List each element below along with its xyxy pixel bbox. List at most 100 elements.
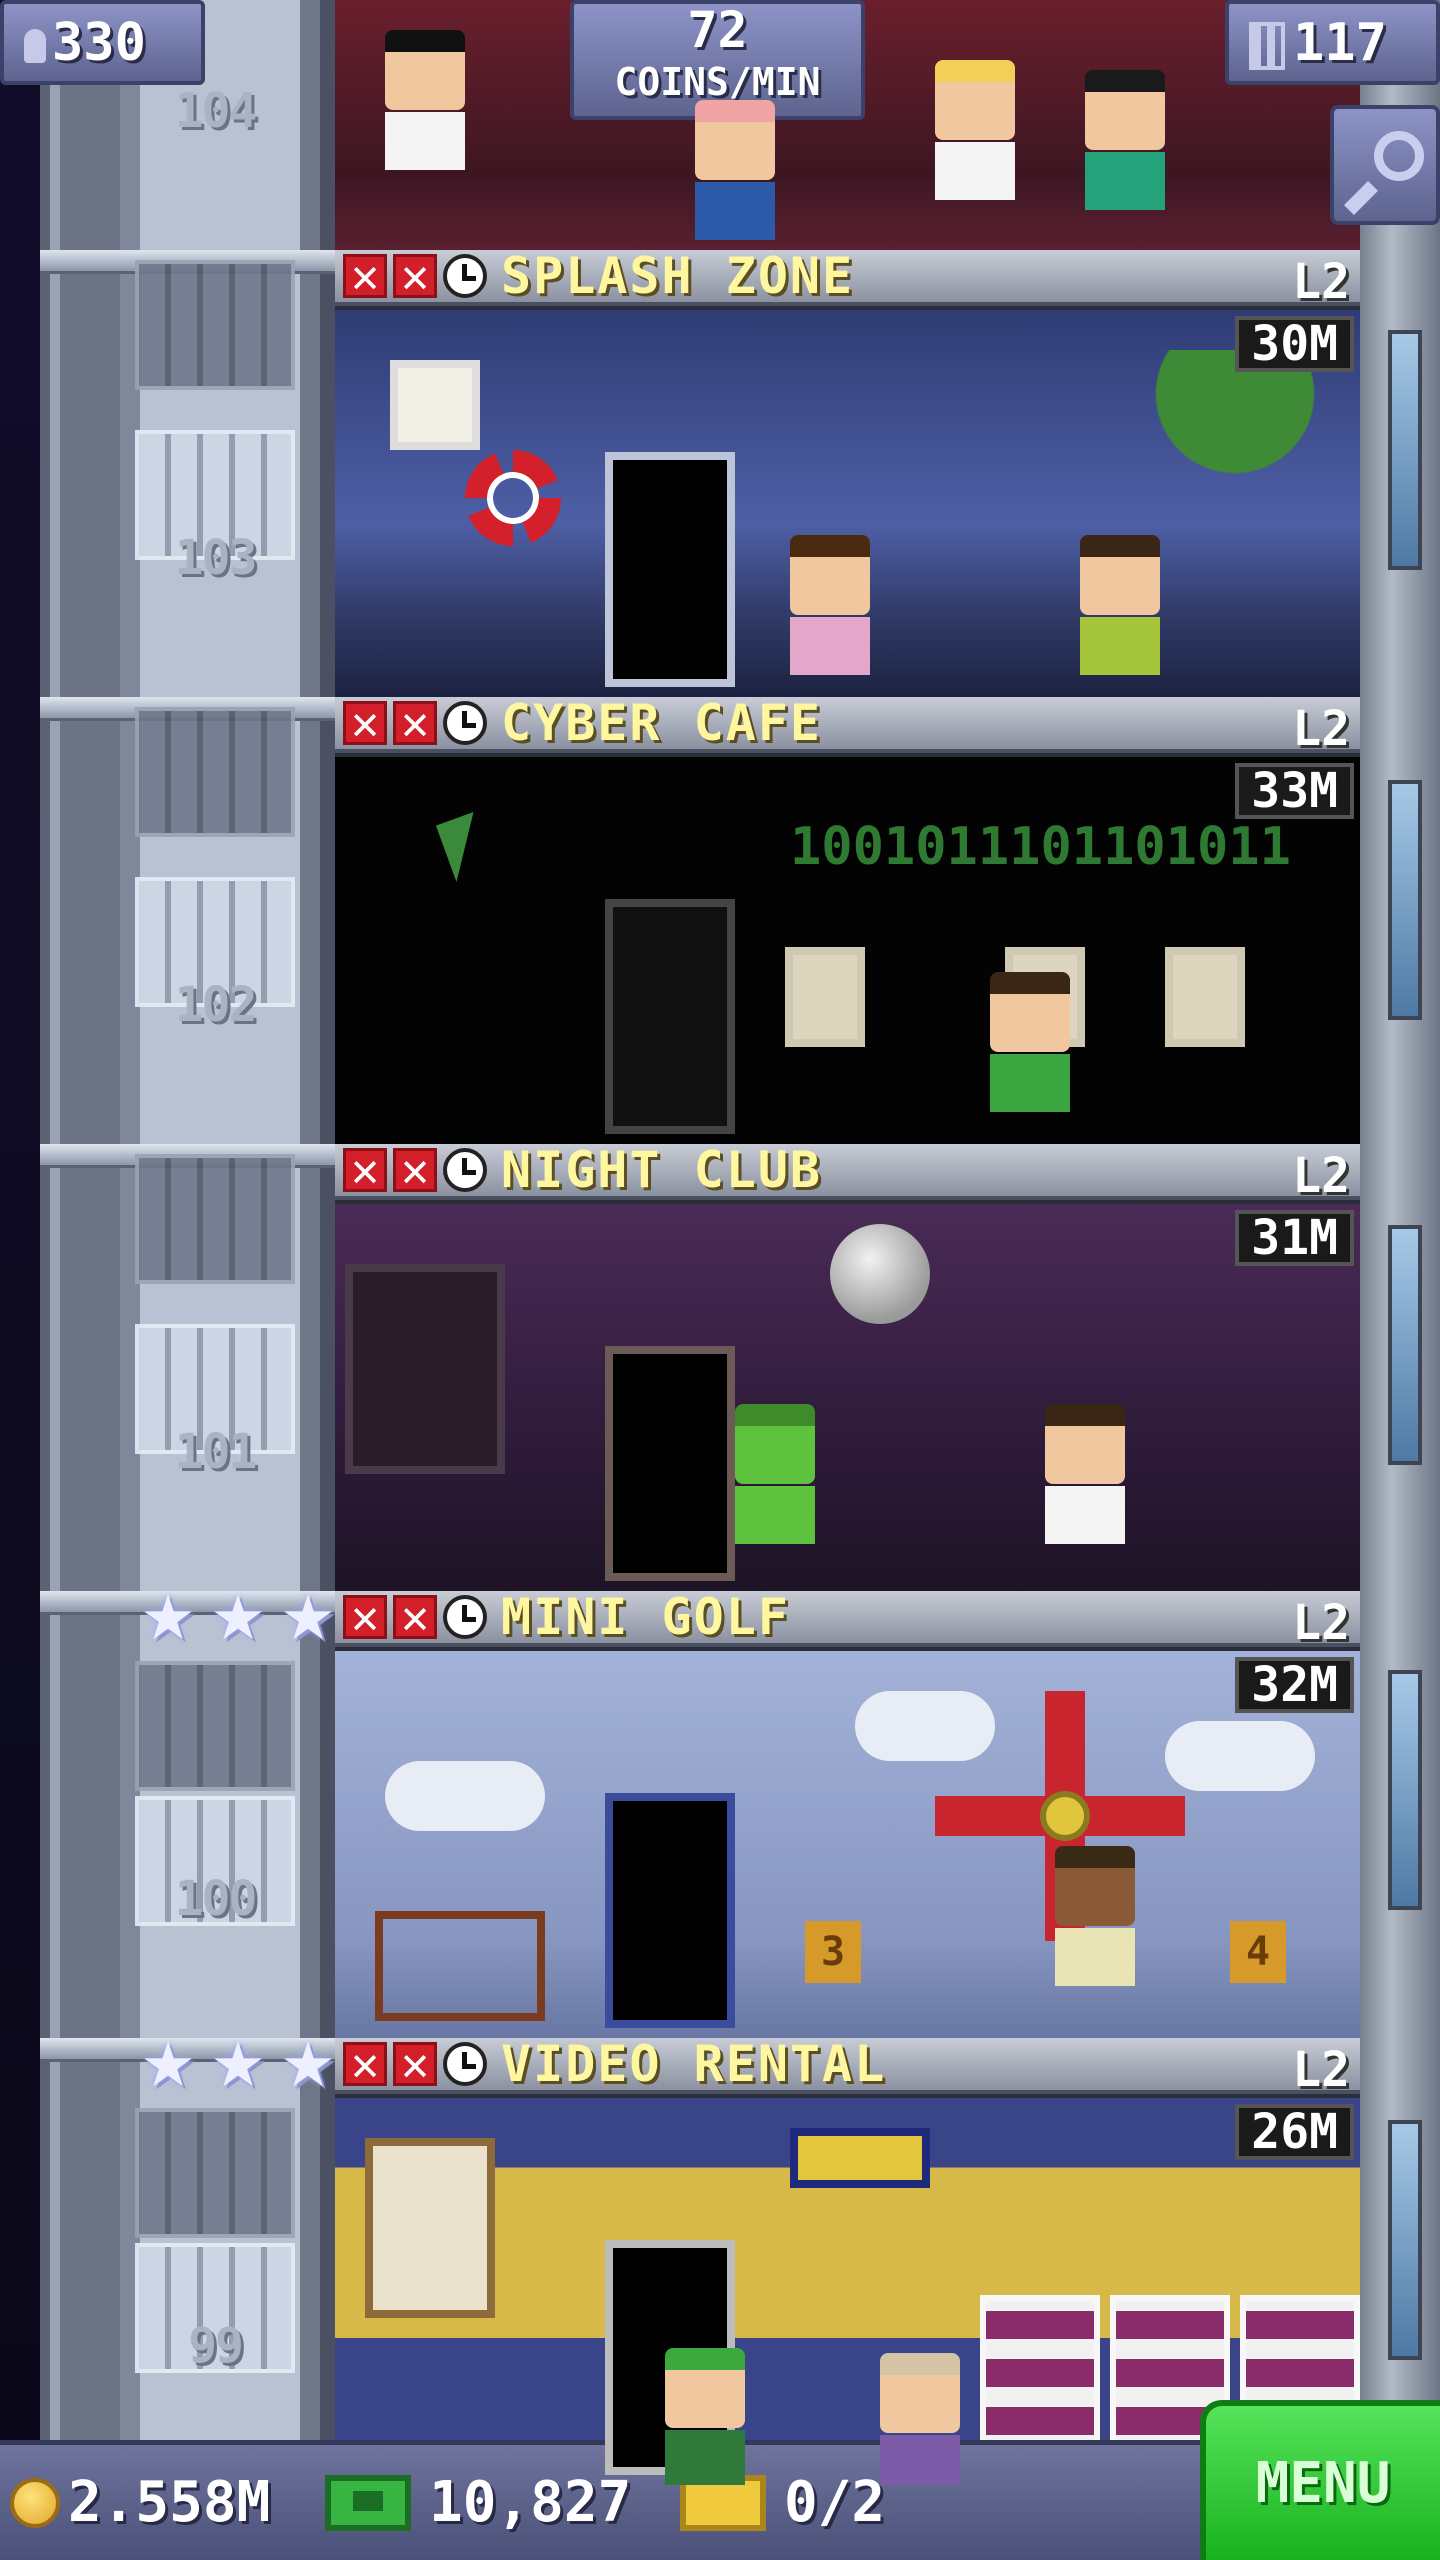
- edge-window: [1388, 1225, 1422, 1465]
- tenant-sprite[interactable]: [790, 535, 870, 675]
- tenant-sprite[interactable]: [735, 1404, 815, 1544]
- population-counter[interactable]: 330: [0, 0, 205, 85]
- tenant-sprite[interactable]: [990, 972, 1070, 1112]
- tenant-sprite[interactable]: [1045, 1404, 1125, 1544]
- edge-window: [1388, 1670, 1422, 1910]
- close-icon[interactable]: ✕: [393, 701, 437, 748]
- tenant-sprite[interactable]: [665, 2348, 745, 2485]
- floor-splash-zone[interactable]: ✕ ✕ SPLASH ZONE L2 30M: [335, 247, 1360, 697]
- tenant-sprite[interactable]: [1055, 1846, 1135, 1986]
- floor-stars: ★ ★ ★: [135, 2032, 341, 2098]
- floor-title-bar: ✕ ✕ CYBER CAFE L2: [335, 694, 1360, 757]
- close-icon[interactable]: ✕: [393, 1148, 437, 1195]
- elevator-window: [135, 707, 295, 837]
- cloud-icon: [1165, 1721, 1315, 1791]
- building-icon: [1249, 22, 1285, 70]
- edge-window: [1388, 330, 1422, 570]
- room-cyber-cafe[interactable]: 1001011101101011: [335, 757, 1360, 1144]
- ticket-sign-icon: [790, 2128, 930, 2188]
- bux-value: 10,827: [429, 2470, 632, 2535]
- floor-number: 103: [174, 530, 258, 586]
- edge-window: [1388, 780, 1422, 1020]
- clock-icon[interactable]: [443, 1148, 487, 1192]
- floor-level: L2: [1292, 1595, 1350, 1651]
- tenant-sprite[interactable]: [695, 100, 775, 240]
- tenant-sprite[interactable]: [880, 2353, 960, 2485]
- lifebuoy-icon: [465, 450, 561, 546]
- magnifier-handle: [1344, 181, 1378, 215]
- coins-value: 2.558M: [68, 2470, 271, 2535]
- tenant-sprite[interactable]: [935, 60, 1015, 200]
- person-icon: [24, 29, 46, 63]
- room-mini-golf[interactable]: 3 4: [335, 1651, 1360, 2038]
- coin-icon: [10, 2477, 60, 2528]
- room-door[interactable]: [605, 899, 735, 1134]
- room-door[interactable]: [605, 1793, 735, 2028]
- clock-icon[interactable]: [443, 1595, 487, 1639]
- room-splash-zone[interactable]: [335, 310, 1360, 697]
- shaft-floor-101: 101: [40, 1144, 335, 1591]
- floor-stars: ★ ★ ★: [135, 1585, 341, 1651]
- hole-sign: 4: [1230, 1921, 1286, 1983]
- star-icon: ★: [140, 1581, 196, 1654]
- room-night-club[interactable]: [335, 1204, 1360, 1591]
- hole-sign: 3: [805, 1921, 861, 1983]
- floor-number: 101: [174, 1424, 258, 1480]
- star-icon: ★: [140, 2028, 196, 2101]
- floor-name: SPLASH ZONE: [501, 247, 855, 305]
- computer-icon: [1165, 947, 1245, 1047]
- tenant-sprite[interactable]: [385, 30, 465, 170]
- floor-title-bar: ✕ ✕ VIDEO RENTAL L2: [335, 2035, 1360, 2098]
- floor-income: 32M: [1235, 1657, 1354, 1713]
- floor-mini-golf[interactable]: ✕ ✕ MINI GOLF L2 3 4 32M: [335, 1588, 1360, 2038]
- close-icon[interactable]: ✕: [393, 1595, 437, 1642]
- tickets-value: 0/2: [784, 2470, 886, 2535]
- movie-poster-icon: [365, 2138, 495, 2318]
- elevator-window: [135, 1154, 295, 1284]
- edge-window: [1388, 2120, 1422, 2360]
- zoom-button[interactable]: [1330, 105, 1440, 225]
- cursor-icon: [435, 811, 495, 883]
- close-icon[interactable]: ✕: [343, 701, 387, 748]
- floor-level: L2: [1292, 701, 1350, 757]
- shaft-floor-99: ★ ★ ★ 99: [40, 2032, 336, 2485]
- floor-number: 104: [174, 83, 258, 139]
- shaft-floor-100: ★ ★ ★ 100: [40, 1585, 336, 2038]
- clock-icon[interactable]: [443, 701, 487, 745]
- floor-income: 33M: [1235, 763, 1354, 819]
- computer-icon: [785, 947, 865, 1047]
- star-icon: ★: [210, 2028, 266, 2101]
- close-icon[interactable]: ✕: [343, 254, 387, 301]
- floor-income: 26M: [1235, 2104, 1354, 2160]
- close-icon[interactable]: ✕: [393, 254, 437, 301]
- building-edge: [1360, 0, 1440, 2440]
- shaft-floor-102: 102: [40, 697, 335, 1144]
- tenant-sprite[interactable]: [1085, 70, 1165, 210]
- close-icon[interactable]: ✕: [343, 1148, 387, 1195]
- floor-counter[interactable]: 117: [1225, 0, 1440, 85]
- floor-title-bar: ✕ ✕ NIGHT CLUB L2: [335, 1141, 1360, 1204]
- close-icon[interactable]: ✕: [393, 2042, 437, 2089]
- floor-number: 102: [174, 977, 258, 1033]
- close-icon[interactable]: ✕: [343, 1595, 387, 1642]
- floor-name: NIGHT CLUB: [501, 1141, 823, 1199]
- floor-income: 30M: [1235, 316, 1354, 372]
- room-door[interactable]: [605, 452, 735, 687]
- elevator-window: [135, 1661, 295, 1791]
- disco-ball-icon: [830, 1224, 930, 1324]
- bux-display[interactable]: 10,827: [325, 2445, 631, 2560]
- floor-night-club[interactable]: ✕ ✕ NIGHT CLUB L2 31M: [335, 1141, 1360, 1591]
- menu-button[interactable]: MENU: [1200, 2400, 1440, 2560]
- clock-icon[interactable]: [443, 254, 487, 298]
- elevator-window: [135, 260, 295, 390]
- palm-tree-icon: [1150, 350, 1320, 570]
- clock-icon[interactable]: [443, 2042, 487, 2086]
- room-door[interactable]: [605, 1346, 735, 1581]
- floor-number: 100: [174, 1871, 258, 1927]
- floor-income: 31M: [1235, 1210, 1354, 1266]
- floor-cyber-cafe[interactable]: ✕ ✕ CYBER CAFE L2 1001011101101011 33M: [335, 694, 1360, 1144]
- floor-title-bar: ✕ ✕ SPLASH ZONE L2: [335, 247, 1360, 310]
- tenant-sprite[interactable]: [1080, 535, 1160, 675]
- close-icon[interactable]: ✕: [343, 2042, 387, 2089]
- coins-display[interactable]: 2.558M: [10, 2445, 270, 2560]
